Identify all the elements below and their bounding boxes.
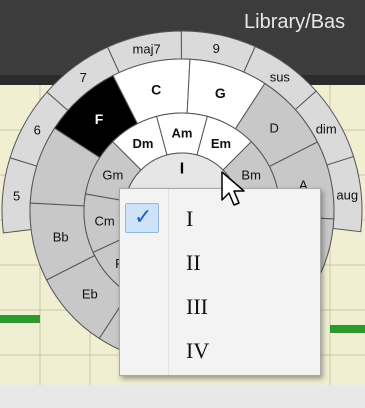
minor-label-Gm: Gm: [102, 167, 123, 182]
major-label-Bb: Bb: [53, 229, 69, 244]
extension-label-aug: aug: [336, 188, 358, 203]
extension-label-sus: sus: [270, 69, 291, 84]
degree-popup-menu[interactable]: ✓ I II III IV: [119, 188, 321, 376]
menu-item-degree-3[interactable]: III: [120, 285, 320, 327]
major-label-F: F: [95, 111, 104, 127]
major-label-D: D: [269, 121, 278, 136]
minor-label-Am: Am: [172, 126, 193, 141]
major-label-G: G: [215, 85, 226, 101]
arrow-pointer-icon: [221, 171, 245, 206]
center-degree-label: I: [180, 161, 184, 178]
extension-label-7: 7: [80, 70, 87, 85]
menu-item-degree-4[interactable]: IV: [120, 329, 320, 371]
major-label-Eb: Eb: [82, 286, 98, 301]
menu-item-label: IV: [186, 338, 210, 363]
extension-label-dim: dim: [316, 121, 337, 136]
minor-label-Cm: Cm: [95, 214, 115, 229]
major-label-C: C: [151, 82, 161, 98]
extension-label-5: 5: [13, 189, 20, 204]
menu-item-label: III: [186, 294, 208, 319]
extension-label-maj7: maj7: [133, 41, 161, 56]
menu-item-label: I: [186, 206, 194, 231]
extension-label-9: 9: [213, 41, 220, 56]
menu-item-label: II: [186, 250, 201, 275]
extension-label-6: 6: [34, 122, 41, 137]
minor-label-Dm: Dm: [133, 136, 154, 151]
minor-label-Em: Em: [211, 136, 231, 151]
checkmark-icon: ✓: [134, 205, 153, 230]
menu-item-degree-2[interactable]: II: [120, 241, 320, 283]
